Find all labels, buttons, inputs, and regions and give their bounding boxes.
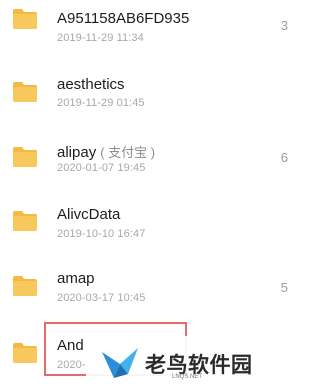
bird-logo-icon — [102, 348, 138, 378]
list-item[interactable]: aesthetics 2019-11-29 01:45 — [0, 64, 284, 128]
file-size-fragment: 5 — [280, 280, 288, 295]
file-name: A951158AB6FD935 — [57, 10, 190, 27]
list-item[interactable]: amap 2020-03-17 10:45 5 — [0, 256, 288, 320]
file-date: 2020-03-17 10:45 — [57, 292, 146, 304]
file-alias: ( 支付宝 ) — [100, 145, 156, 160]
file-name: AlivcData — [57, 206, 121, 223]
list-item[interactable]: A951158AB6FD935 2019-11-29 11:34 3 — [0, 0, 288, 64]
file-date: 2019-11-29 01:45 — [57, 97, 145, 109]
folder-icon — [13, 82, 37, 102]
file-date: 2020-01-07 19:45 — [57, 162, 146, 174]
file-date: 2019-11-29 11:34 — [57, 32, 144, 44]
folder-icon — [13, 343, 37, 363]
list-item[interactable]: alipay( 支付宝 ) 2020-01-07 19:45 6 — [0, 128, 288, 192]
folder-icon — [13, 211, 37, 231]
folder-icon — [13, 147, 37, 167]
list-item[interactable]: AlivcData 2019-10-10 16:47 — [0, 192, 284, 256]
file-date: 2019-10-10 16:47 — [57, 228, 146, 240]
folder-icon — [13, 9, 37, 29]
folder-icon — [13, 276, 37, 296]
file-size-fragment: 3 — [280, 18, 288, 33]
watermark-url: LNQS.NET — [172, 374, 203, 380]
file-name: amap — [57, 270, 95, 287]
file-name: alipay( 支付宝 ) — [57, 144, 156, 161]
file-size-fragment: 6 — [280, 150, 288, 165]
file-name: aesthetics — [57, 76, 125, 93]
